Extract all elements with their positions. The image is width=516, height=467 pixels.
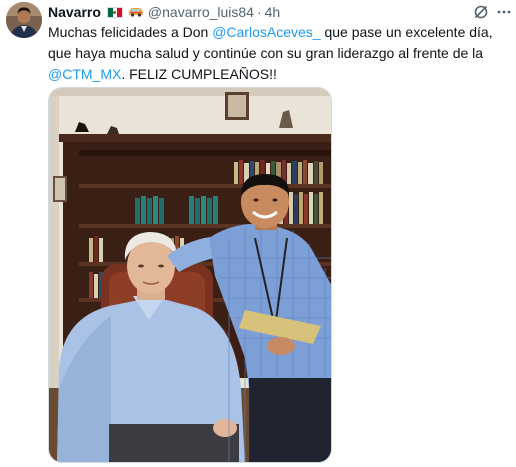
- display-name[interactable]: Navarro: [48, 4, 101, 20]
- photo-illustration: [49, 88, 331, 462]
- more-horizontal-icon[interactable]: [496, 4, 512, 20]
- tweet-text-part: Muchas felicidades a Don: [48, 24, 213, 40]
- mention-link[interactable]: @CarlosAceves_: [212, 24, 320, 40]
- mention-link[interactable]: @CTM_MX: [48, 66, 121, 82]
- grok-icon[interactable]: [473, 4, 489, 20]
- tweet-photo[interactable]: [48, 87, 332, 463]
- mexico-flag-icon: [106, 6, 123, 18]
- separator-dot: ·: [256, 4, 262, 20]
- tweet: Navarro @navarro_luis84 · 4h Muchas feli…: [0, 0, 516, 467]
- car-emoji-icon: [128, 5, 144, 19]
- user-handle[interactable]: @navarro_luis84: [148, 4, 254, 20]
- tweet-header: Navarro @navarro_luis84 · 4h: [48, 2, 280, 22]
- tweet-text: Muchas felicidades a Don @CarlosAceves_ …: [48, 22, 510, 85]
- avatar[interactable]: [6, 2, 42, 38]
- tweet-text-part: . FELIZ CUMPLEAÑOS!!: [121, 66, 277, 82]
- timestamp[interactable]: 4h: [265, 4, 281, 20]
